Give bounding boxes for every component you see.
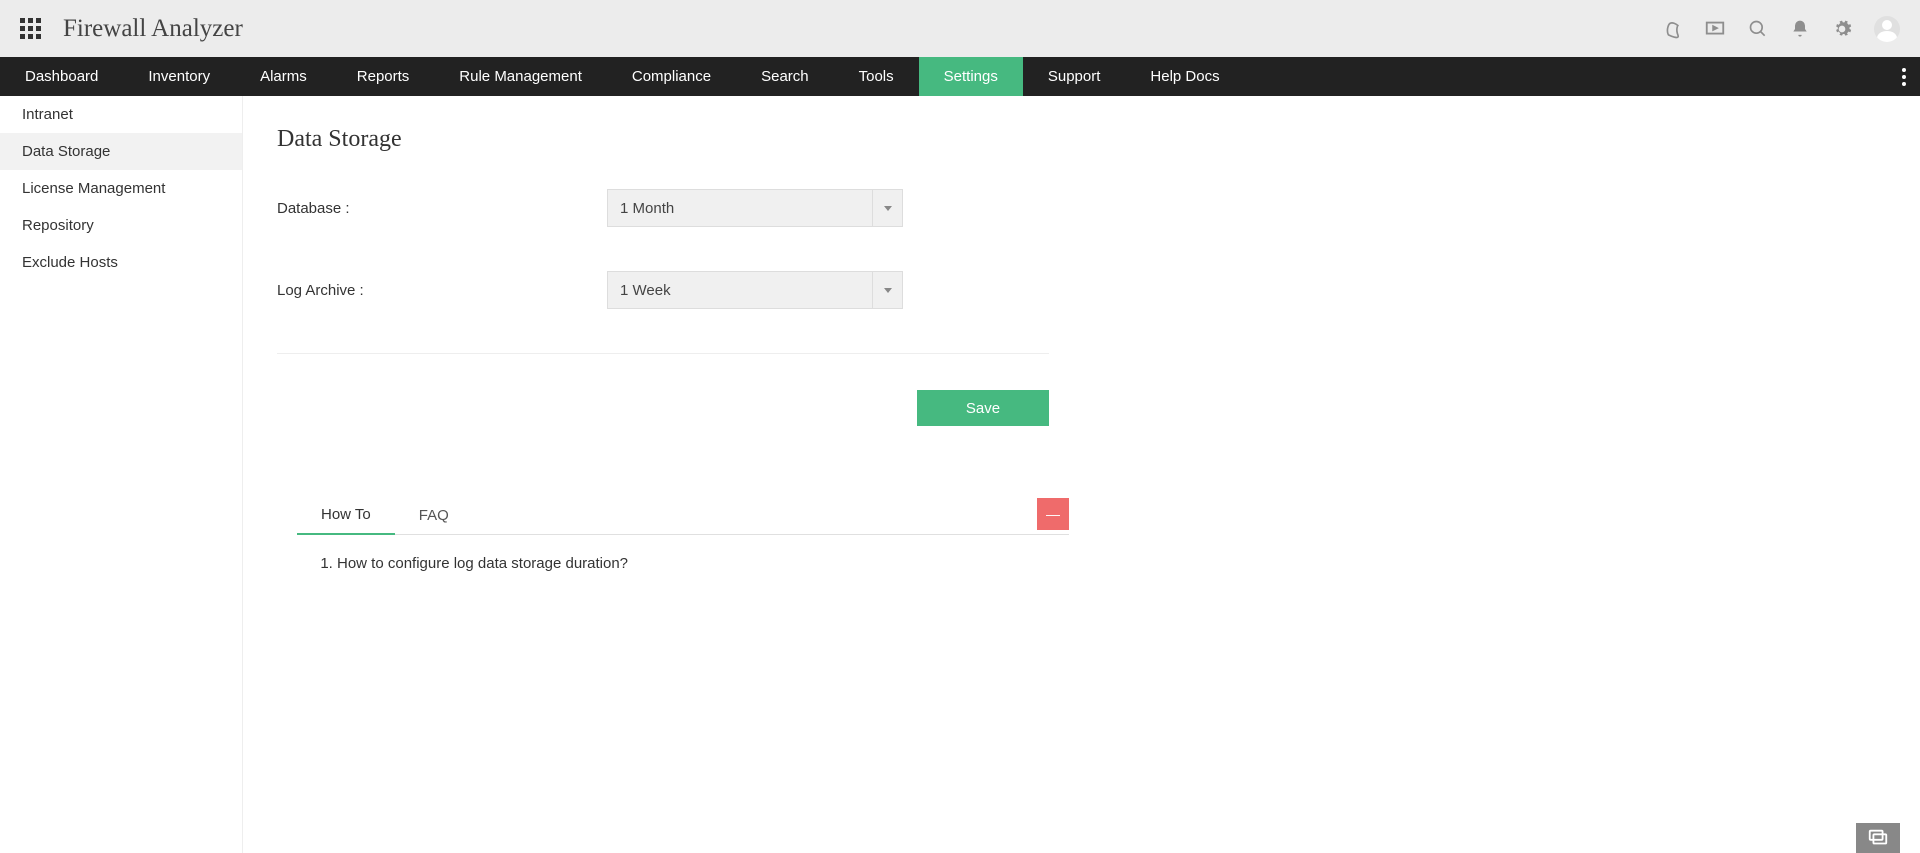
log-archive-label: Log Archive : (277, 282, 607, 299)
nav-item-help-docs[interactable]: Help Docs (1125, 57, 1244, 96)
nav-item-dashboard[interactable]: Dashboard (0, 57, 123, 96)
header-bar: Firewall Analyzer (0, 0, 1920, 57)
database-label: Database : (277, 200, 607, 217)
apps-grid-icon[interactable] (20, 18, 41, 39)
presentation-icon[interactable] (1704, 18, 1726, 40)
help-content: How to configure log data storage durati… (297, 535, 1069, 600)
divider (277, 353, 1049, 354)
nav-item-compliance[interactable]: Compliance (607, 57, 736, 96)
nav-item-settings[interactable]: Settings (919, 57, 1023, 96)
help-panel: How ToFAQ — How to configure log data sto… (297, 496, 1069, 600)
app-title: Firewall Analyzer (63, 15, 243, 43)
log-archive-select-value: 1 Week (608, 272, 872, 308)
sidebar-item-intranet[interactable]: Intranet (0, 96, 242, 133)
nav-item-reports[interactable]: Reports (332, 57, 435, 96)
help-item[interactable]: How to configure log data storage durati… (337, 555, 1049, 572)
chevron-down-icon (872, 190, 902, 226)
rocket-icon[interactable] (1662, 19, 1682, 39)
sidebar-item-repository[interactable]: Repository (0, 207, 242, 244)
chat-icon[interactable] (1856, 823, 1900, 853)
nav-item-search[interactable]: Search (736, 57, 834, 96)
header-right (1662, 16, 1900, 42)
nav-item-support[interactable]: Support (1023, 57, 1126, 96)
database-select[interactable]: 1 Month (607, 189, 903, 227)
actions-row: Save (277, 390, 1049, 426)
bell-icon[interactable] (1790, 19, 1810, 39)
nav-item-inventory[interactable]: Inventory (123, 57, 235, 96)
nav-more-icon[interactable] (1888, 57, 1920, 96)
field-row-database: Database : 1 Month (277, 189, 1886, 227)
sidebar-item-license-management[interactable]: License Management (0, 170, 242, 207)
field-row-log-archive: Log Archive : 1 Week (277, 271, 1886, 309)
nav-item-rule-management[interactable]: Rule Management (434, 57, 607, 96)
nav-item-tools[interactable]: Tools (834, 57, 919, 96)
save-button[interactable]: Save (917, 390, 1049, 426)
sidebar: IntranetData StorageLicense ManagementRe… (0, 96, 243, 853)
page-title: Data Storage (277, 126, 1886, 153)
chevron-down-icon (872, 272, 902, 308)
content-area: Data Storage Database : 1 Month Log Arch… (243, 96, 1920, 853)
nav-item-alarms[interactable]: Alarms (235, 57, 332, 96)
help-tab-how-to[interactable]: How To (297, 496, 395, 535)
sidebar-item-data-storage[interactable]: Data Storage (0, 133, 242, 170)
help-tab-faq[interactable]: FAQ (395, 497, 473, 534)
collapse-button[interactable]: — (1037, 498, 1069, 530)
log-archive-select[interactable]: 1 Week (607, 271, 903, 309)
main-nav: DashboardInventoryAlarmsReportsRule Mana… (0, 57, 1920, 96)
help-tabs: How ToFAQ — (297, 496, 1069, 535)
search-icon[interactable] (1748, 19, 1768, 39)
gear-icon[interactable] (1832, 19, 1852, 39)
database-select-value: 1 Month (608, 190, 872, 226)
sidebar-item-exclude-hosts[interactable]: Exclude Hosts (0, 244, 242, 281)
avatar-icon[interactable] (1874, 16, 1900, 42)
